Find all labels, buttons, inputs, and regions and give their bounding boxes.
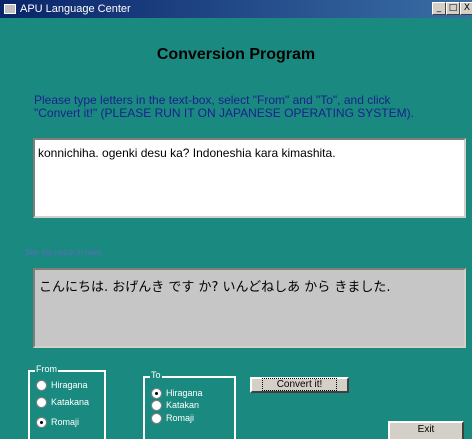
from-radio-romaji-label: Romaji [51, 417, 80, 427]
instructions-text: Please type letters in the text-box, sel… [34, 94, 470, 120]
to-radio-hiragana-label: Hiragana [166, 388, 203, 398]
from-group: From Hiragana Katakana Romaji [28, 364, 106, 439]
from-legend: From [35, 364, 58, 374]
minimize-button[interactable]: _ [432, 2, 446, 15]
app-icon [4, 4, 16, 14]
input-text-box[interactable]: konnichiha. ogenki desu ka? Indoneshia k… [33, 138, 466, 218]
to-radio-katakan-label: Katakan [166, 400, 200, 410]
convert-button[interactable]: Convert it! [250, 377, 349, 393]
to-group: To Hiragana Katakan Romaji [143, 370, 236, 439]
radio-icon[interactable] [151, 388, 162, 399]
maximize-button[interactable]: □ [446, 2, 460, 15]
exit-button[interactable]: Exit [388, 421, 464, 439]
convert-button-label: Convert it! [261, 378, 338, 391]
from-radio-katakana-label: Katakana [51, 397, 90, 407]
result-text-box[interactable]: こんにちは. おげんき です か? いんどねしあ から きました. [33, 268, 466, 348]
page-title: Conversion Program [156, 46, 316, 63]
close-button[interactable]: X [460, 2, 472, 15]
window-title: APU Language Center [20, 3, 131, 15]
result-label: See the result in here. [25, 248, 104, 257]
from-radio-hiragana-label: Hiragana [51, 380, 88, 390]
radio-icon[interactable] [151, 400, 162, 411]
radio-icon[interactable] [36, 380, 47, 391]
radio-icon[interactable] [36, 397, 47, 408]
radio-icon[interactable] [36, 417, 47, 428]
instructions-line-2: "Convert it!" (PLEASE RUN IT ON JAPANESE… [34, 106, 414, 120]
title-bar: APU Language Center _ □ X [0, 0, 472, 18]
to-legend: To [150, 370, 162, 380]
radio-icon[interactable] [151, 413, 162, 424]
to-radio-romaji-label: Romaji [166, 413, 195, 423]
